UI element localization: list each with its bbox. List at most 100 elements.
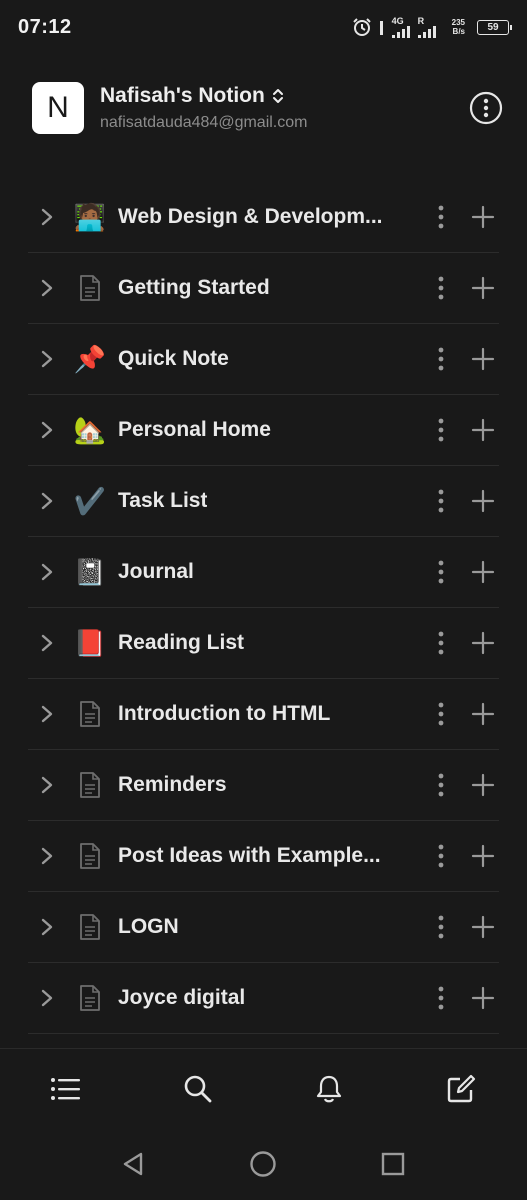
page-title[interactable]: Introduction to HTML: [118, 702, 330, 726]
more-dots-icon[interactable]: [425, 556, 457, 588]
expand-chevron-icon[interactable]: [32, 562, 62, 582]
page-title[interactable]: Journal: [118, 560, 194, 584]
page-title[interactable]: Quick Note: [118, 347, 229, 371]
more-options-icon[interactable]: [469, 91, 503, 125]
recents-icon[interactable]: [380, 1151, 406, 1177]
row-actions: [425, 414, 499, 446]
document-icon: [72, 980, 108, 1016]
more-dots-icon[interactable]: [425, 982, 457, 1014]
row-actions: [425, 485, 499, 517]
page-emoji-icon: ✔️: [73, 486, 107, 516]
expand-chevron-icon[interactable]: [32, 917, 62, 937]
page-row[interactable]: Introduction to HTML: [28, 679, 499, 750]
page-title[interactable]: Reminders: [118, 773, 227, 797]
page-row[interactable]: ✔️ Task List: [28, 466, 499, 537]
compose-icon[interactable]: [441, 1069, 481, 1109]
expand-chevron-icon[interactable]: [32, 775, 62, 795]
expand-chevron-icon[interactable]: [32, 846, 62, 866]
clock: 07:12: [18, 15, 72, 38]
row-actions: [425, 769, 499, 801]
page-title[interactable]: Reading List: [118, 631, 244, 655]
page-title[interactable]: Getting Started: [118, 276, 270, 300]
add-subpage-icon[interactable]: [467, 414, 499, 446]
battery-icon: 59: [477, 19, 512, 35]
add-subpage-icon[interactable]: [467, 840, 499, 872]
page-title[interactable]: Personal Home: [118, 418, 271, 442]
page-title[interactable]: Post Ideas with Example...: [118, 844, 381, 868]
home-icon[interactable]: [249, 1150, 277, 1178]
page-emoji-icon: 📌: [73, 344, 107, 374]
speed-unit: B/s: [452, 27, 465, 36]
more-dots-icon[interactable]: [425, 627, 457, 659]
more-dots-icon[interactable]: [425, 840, 457, 872]
page-title[interactable]: Web Design & Developm...: [118, 205, 383, 229]
page-row[interactable]: Joyce digital: [28, 963, 499, 1034]
add-subpage-icon[interactable]: [467, 343, 499, 375]
network-type-2: R: [417, 15, 425, 26]
alarm-icon: [352, 18, 371, 36]
back-icon[interactable]: [121, 1151, 147, 1177]
page-title[interactable]: Joyce digital: [118, 986, 245, 1010]
page-row[interactable]: 🏡 Personal Home: [28, 395, 499, 466]
page-row[interactable]: 🧑🏾‍💻 Web Design & Developm...: [28, 182, 499, 253]
system-navigation: [0, 1128, 527, 1200]
add-subpage-icon[interactable]: [467, 911, 499, 943]
search-icon[interactable]: [178, 1069, 218, 1109]
page-row[interactable]: Post Ideas with Example...: [28, 821, 499, 892]
page-list: 🧑🏾‍💻 Web Design & Developm... Getting Star…: [28, 182, 499, 1034]
list-icon[interactable]: [46, 1069, 86, 1109]
network-type-1: 4G: [391, 15, 404, 26]
row-actions: [425, 627, 499, 659]
workspace-avatar[interactable]: N: [32, 82, 84, 134]
expand-chevron-icon[interactable]: [32, 420, 62, 440]
page-emoji-icon: 🧑🏾‍💻: [73, 202, 107, 232]
add-subpage-icon[interactable]: [467, 698, 499, 730]
expand-chevron-icon[interactable]: [32, 278, 62, 298]
status-bar: 07:12 4G R 235 B/s 59: [0, 0, 527, 54]
add-subpage-icon[interactable]: [467, 982, 499, 1014]
row-actions: [425, 911, 499, 943]
document-icon: [72, 767, 108, 803]
expand-chevron-icon[interactable]: [32, 491, 62, 511]
document-icon: [72, 270, 108, 306]
more-dots-icon[interactable]: [425, 911, 457, 943]
more-dots-icon[interactable]: [425, 485, 457, 517]
workspace-switcher[interactable]: Nafisah's Notion nafisatdauda484@gmail.c…: [100, 84, 469, 132]
workspace-email: nafisatdauda484@gmail.com: [100, 114, 308, 131]
document-icon: [72, 909, 108, 945]
workspace-header[interactable]: N Nafisah's Notion nafisatdauda484@gmail…: [32, 80, 503, 136]
page-row[interactable]: Getting Started: [28, 253, 499, 324]
row-actions: [425, 698, 499, 730]
page-row[interactable]: 📓 Journal: [28, 537, 499, 608]
bell-icon[interactable]: [309, 1069, 349, 1109]
expand-chevron-icon[interactable]: [32, 207, 62, 227]
add-subpage-icon[interactable]: [467, 556, 499, 588]
add-subpage-icon[interactable]: [467, 769, 499, 801]
page-title[interactable]: Task List: [118, 489, 207, 513]
page-emoji-icon: 🏡: [73, 415, 107, 445]
page-row[interactable]: 📌 Quick Note: [28, 324, 499, 395]
expand-chevron-icon[interactable]: [32, 633, 62, 653]
more-dots-icon[interactable]: [425, 414, 457, 446]
more-dots-icon[interactable]: [425, 343, 457, 375]
more-dots-icon[interactable]: [425, 272, 457, 304]
add-subpage-icon[interactable]: [467, 272, 499, 304]
expand-chevron-icon[interactable]: [32, 349, 62, 369]
add-subpage-icon[interactable]: [467, 201, 499, 233]
page-title[interactable]: LOGN: [118, 915, 179, 939]
expand-chevron-icon[interactable]: [32, 988, 62, 1008]
expand-chevron-icon[interactable]: [32, 704, 62, 724]
workspace-name[interactable]: Nafisah's Notion: [100, 84, 265, 108]
expand-collapse-icon[interactable]: [271, 87, 285, 105]
page-row[interactable]: LOGN: [28, 892, 499, 963]
row-actions: [425, 840, 499, 872]
page-row[interactable]: 📕 Reading List: [28, 608, 499, 679]
row-actions: [425, 201, 499, 233]
page-row[interactable]: Reminders: [28, 750, 499, 821]
add-subpage-icon[interactable]: [467, 627, 499, 659]
more-dots-icon[interactable]: [425, 698, 457, 730]
more-dots-icon[interactable]: [425, 201, 457, 233]
more-dots-icon[interactable]: [425, 769, 457, 801]
add-subpage-icon[interactable]: [467, 485, 499, 517]
document-icon: [72, 838, 108, 874]
